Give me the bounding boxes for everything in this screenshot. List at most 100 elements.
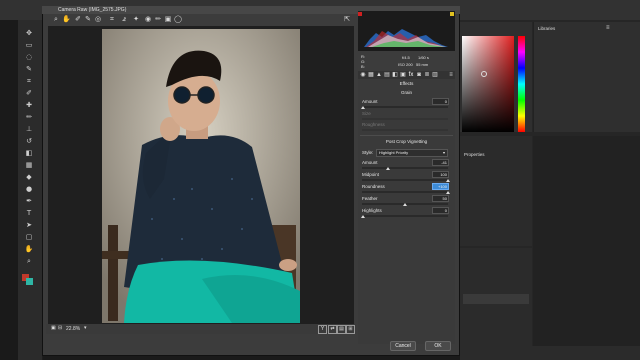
- zoom-tool-icon[interactable]: ⌕: [52, 14, 60, 24]
- eraser-tool-icon[interactable]: ◧: [24, 150, 34, 157]
- vignette-roundness-value[interactable]: +100: [432, 183, 449, 190]
- vignette-highlights-slider[interactable]: [362, 215, 448, 217]
- vignette-amount-slider[interactable]: [362, 167, 448, 169]
- vignette-feather-value[interactable]: 50: [432, 195, 449, 202]
- open-preferences-icon[interactable]: ⇱: [343, 14, 351, 24]
- path-select-tool-icon[interactable]: ➤: [24, 222, 34, 229]
- graduated-filter-icon[interactable]: ▣: [164, 14, 172, 24]
- hand-tool-icon[interactable]: ✋: [62, 14, 71, 24]
- grain-amount-slider[interactable]: [362, 106, 448, 108]
- vignette-midpoint-thumb[interactable]: [446, 179, 450, 182]
- vignette-highlights-thumb[interactable]: [361, 215, 365, 218]
- layers-panel: [460, 248, 532, 348]
- hsl-tab-icon[interactable]: ▤: [384, 72, 390, 78]
- marquee-tool-icon[interactable]: ▭: [24, 42, 34, 49]
- hand-tool-icon[interactable]: ✋: [24, 246, 34, 253]
- vignette-highlights-value[interactable]: 0: [432, 207, 449, 214]
- before-after-views-icon[interactable]: Y: [318, 325, 327, 334]
- vignette-feather-thumb[interactable]: [403, 203, 407, 206]
- blur-tool-icon[interactable]: ◆: [24, 174, 34, 181]
- vignette-highlights-label: Highlights: [362, 208, 382, 213]
- panel-dock-empty: [533, 136, 640, 348]
- red-eye-tool-icon[interactable]: ◉: [144, 14, 152, 24]
- background-color-swatch[interactable]: [26, 278, 33, 285]
- grain-size-slider: [362, 118, 448, 120]
- camera-calibration-tab-icon[interactable]: ◙: [416, 72, 422, 78]
- crop-tool-icon[interactable]: ⌗: [108, 14, 116, 24]
- snapshots-tab-icon[interactable]: ▥: [432, 72, 438, 78]
- zoom-tool-icon[interactable]: ⌕: [24, 258, 34, 265]
- grain-roughness-label: Roughness: [362, 122, 385, 127]
- quick-select-tool-icon[interactable]: ✎: [24, 66, 34, 73]
- vignette-roundness-label: Roundness: [362, 184, 385, 189]
- lens-corrections-tab-icon[interactable]: ▣: [400, 72, 406, 78]
- copy-settings-icon[interactable]: ▤: [337, 325, 346, 334]
- straighten-tool-icon[interactable]: ⦨: [120, 14, 128, 24]
- detail-tab-icon[interactable]: ▲: [376, 72, 382, 78]
- layer-row[interactable]: [463, 294, 529, 304]
- grain-size-label: Size: [362, 111, 371, 116]
- zoom-out-icon[interactable]: ⊟: [58, 325, 62, 331]
- vignette-section-title: Post Crop Vignetting: [385, 139, 428, 144]
- effects-tab-icon[interactable]: fx: [408, 72, 414, 78]
- panel-menu-icon[interactable]: ≡: [606, 25, 610, 31]
- zoom-level[interactable]: 22.8%: [66, 326, 80, 332]
- grain-amount-label: Amount: [362, 99, 378, 104]
- hue-slider[interactable]: [518, 36, 525, 132]
- split-toning-tab-icon[interactable]: ◧: [392, 72, 398, 78]
- adjustment-brush-icon[interactable]: ✏: [154, 14, 162, 24]
- dodge-tool-icon[interactable]: ●: [24, 186, 34, 193]
- vignette-midpoint-value[interactable]: 100: [432, 171, 449, 178]
- panel-menu-icon[interactable]: ≡: [448, 72, 454, 78]
- vignette-roundness-thumb[interactable]: [446, 191, 450, 194]
- spot-removal-tool-icon[interactable]: ✦: [132, 14, 140, 24]
- tools-panel: ✥ ▭ ◌ ✎ ⌗ ✐ ✚ ✏ ⊥ ↺ ◧ ▦ ◆ ● ✒ T ➤ ▢ ✋ ⌕: [18, 20, 43, 360]
- history-brush-tool-icon[interactable]: ↺: [24, 138, 34, 145]
- zoom-dropdown-icon[interactable]: ▾: [84, 325, 87, 331]
- white-balance-tool-icon[interactable]: ✐: [74, 14, 82, 24]
- layers-panel-footer: [460, 346, 640, 360]
- type-tool-icon[interactable]: T: [24, 210, 34, 217]
- vignette-amount-thumb[interactable]: [386, 167, 390, 170]
- eyedropper-tool-icon[interactable]: ✐: [24, 90, 34, 97]
- vignette-midpoint-label: Midpoint: [362, 172, 380, 177]
- lasso-tool-icon[interactable]: ◌: [24, 54, 34, 61]
- histogram: [358, 11, 455, 51]
- shadow-clipping-warning-icon[interactable]: [358, 12, 362, 16]
- swap-settings-icon[interactable]: ⇄: [328, 325, 337, 334]
- fit-in-view-icon[interactable]: ▣: [51, 325, 56, 331]
- crop-tool-icon[interactable]: ⌗: [24, 78, 34, 85]
- vignette-style-select[interactable]: Highlight Priority ▾: [376, 149, 448, 157]
- stamp-tool-icon[interactable]: ⊥: [24, 126, 34, 133]
- vignette-amount-value[interactable]: -41: [432, 159, 449, 166]
- preview-status-bar: [46, 324, 356, 334]
- grain-amount-value[interactable]: 0: [432, 98, 449, 105]
- toggle-preview-icon[interactable]: ⊞: [346, 325, 355, 334]
- target-adjust-tool-icon[interactable]: ◎: [94, 14, 102, 24]
- pen-tool-icon[interactable]: ✒: [24, 198, 34, 205]
- ok-button[interactable]: OK: [425, 341, 451, 351]
- color-sampler-tool-icon[interactable]: ✎: [84, 14, 92, 24]
- exif-aperture: f/4.5: [402, 55, 410, 60]
- vignette-roundness-slider[interactable]: [362, 191, 448, 193]
- dialog-title: Camera Raw (IMG_2575.JPG): [58, 7, 127, 13]
- highlight-clipping-warning-icon[interactable]: [450, 12, 454, 16]
- color-picker-cursor[interactable]: [481, 71, 487, 77]
- color-picker-field[interactable]: [462, 36, 514, 132]
- radial-filter-icon[interactable]: ◯: [174, 14, 182, 24]
- basic-tab-icon[interactable]: ◉: [360, 72, 366, 78]
- healing-tool-icon[interactable]: ✚: [24, 102, 34, 109]
- presets-tab-icon[interactable]: ≣: [424, 72, 430, 78]
- grain-amount-thumb[interactable]: [361, 106, 365, 109]
- rgb-readout-b: B:: [361, 64, 365, 69]
- move-tool-icon[interactable]: ✥: [24, 30, 34, 37]
- vignette-midpoint-slider[interactable]: [362, 179, 448, 181]
- brush-tool-icon[interactable]: ✏: [24, 114, 34, 121]
- tone-curve-tab-icon[interactable]: ▦: [368, 72, 374, 78]
- gradient-tool-icon[interactable]: ▦: [24, 162, 34, 169]
- cancel-button[interactable]: Cancel: [390, 341, 416, 351]
- libraries-tab[interactable]: Libraries: [538, 26, 555, 31]
- properties-tab[interactable]: Properties: [464, 152, 485, 157]
- shape-tool-icon[interactable]: ▢: [24, 234, 34, 241]
- exif-focal: 55 mm: [416, 62, 429, 67]
